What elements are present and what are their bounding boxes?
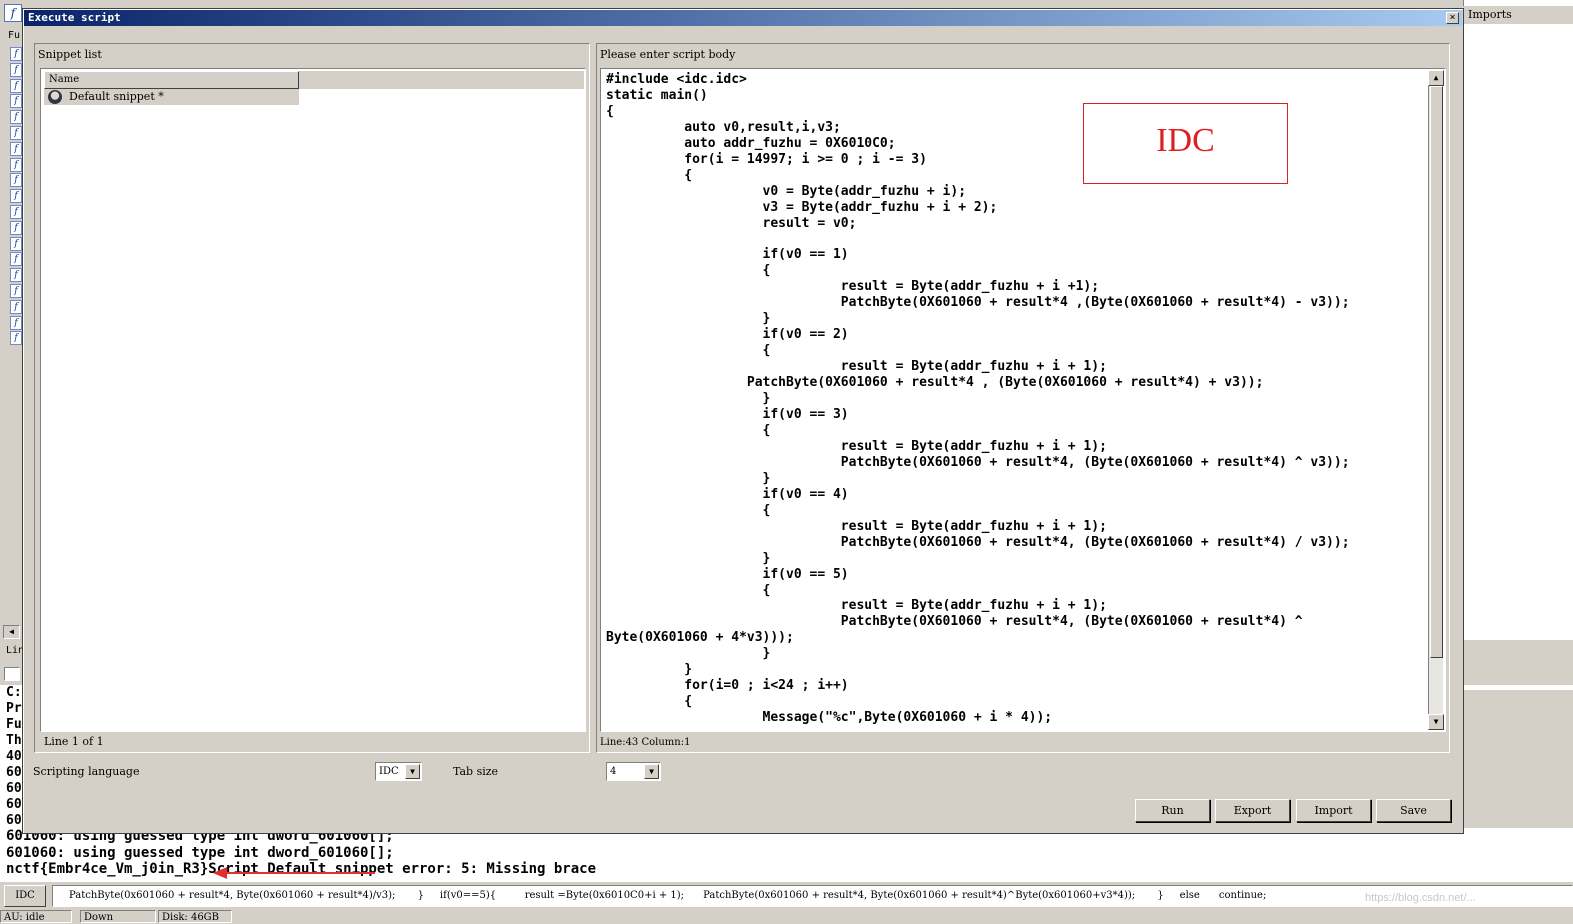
status-disk: Disk: 46GB [158,910,232,923]
function-icon[interactable]: f [10,236,22,251]
tab-size-label: Tab size [453,765,499,778]
functions-tab-label[interactable]: Fu [8,30,20,41]
function-icon[interactable]: f [10,284,22,298]
scrollbar-thumb[interactable] [1430,86,1443,658]
output-line-fragment: 60 [6,813,22,828]
function-icon[interactable]: f [10,315,22,330]
imports-tab[interactable]: Imports [1463,6,1573,24]
script-code[interactable]: #include <idc.idc> static main() { auto … [606,72,1426,732]
snippet-list[interactable] [40,68,586,732]
output-line-fragment: Pr [6,701,22,716]
function-icon[interactable]: f [10,126,22,140]
snippet-list-label: Snippet list [38,48,102,61]
watermark: https://blog.csdn.net/... [1365,892,1476,904]
scroll-down-icon[interactable]: ▼ [1428,714,1444,730]
imports-pane [1463,0,1573,690]
status-bar [0,909,1573,923]
function-icon[interactable]: f [10,94,22,109]
function-icon[interactable]: f [10,299,22,314]
scroll-up-icon[interactable]: ▲ [1428,70,1444,86]
column-header-name[interactable]: Name [44,71,299,89]
scroll-left-icon[interactable]: ◀ [3,625,20,639]
function-icon[interactable]: f [10,47,22,61]
script-body-label: Please enter script body [600,48,736,61]
red-arrow-head-icon [213,867,227,879]
export-button[interactable]: Export [1215,799,1290,822]
function-icon[interactable]: f [10,331,22,346]
output-line: 601060: using guessed type int dword_601… [6,845,394,861]
red-arrow [215,872,375,874]
function-icon[interactable]: f [4,4,22,22]
chevron-down-icon[interactable]: ▼ [644,764,659,779]
import-button[interactable]: Import [1296,799,1371,822]
list-view-icon[interactable] [4,667,20,681]
output-line-fragment: 60 [6,797,22,812]
function-icon[interactable]: f [10,141,22,156]
output-line-fragment: Fu [6,717,22,732]
output-line-flag: nctf{Embr4ce_Vm_j0in_R3}Script Default s… [6,861,597,877]
scripting-language-label: Scripting language [33,765,140,778]
output-line-fragment: 60 [6,781,22,796]
imports-pane-footer [1463,640,1573,685]
snippet-name[interactable]: Default snippet * [69,89,164,105]
cursor-position: Line:43 Column:1 [600,737,691,748]
output-line-fragment: 60 [6,765,22,780]
annotation-text: IDC [1156,122,1215,159]
function-icon[interactable]: f [10,78,22,93]
dialog-title-bar[interactable] [24,10,1462,26]
run-button[interactable]: Run [1135,799,1210,822]
chevron-down-icon[interactable]: ▼ [405,764,420,779]
function-icon[interactable]: f [10,62,22,77]
snippet-avatar-icon [48,90,62,104]
function-icon[interactable]: f [10,205,22,219]
function-icon[interactable]: f [10,252,22,267]
function-icon[interactable]: f [10,189,22,204]
close-icon[interactable]: × [1446,12,1459,24]
status-down: Down [80,910,156,923]
output-line-fragment: 40 [6,749,22,764]
function-icon[interactable]: f [10,157,22,172]
column-header-filler [299,71,584,89]
command-language-button[interactable]: IDC [4,885,46,907]
function-icon[interactable]: f [10,110,22,125]
function-icon[interactable]: f [10,268,22,283]
output-line-fragment: C: [6,685,22,700]
function-icon[interactable]: f [10,220,22,235]
command-input[interactable]: PatchByte(0x601060 + result*4, Byte(0x60… [52,885,1573,907]
output-window-left: C: Pr Fu Th 40 60 60 60 60 [0,685,24,835]
save-button[interactable]: Save [1376,799,1451,822]
output-line-fragment: Th [6,733,22,748]
function-icon[interactable]: f [10,173,22,188]
status-au: AU: idle [0,910,72,923]
snippet-status: Line 1 of 1 [44,735,104,748]
dialog-title: Execute script [28,11,121,24]
